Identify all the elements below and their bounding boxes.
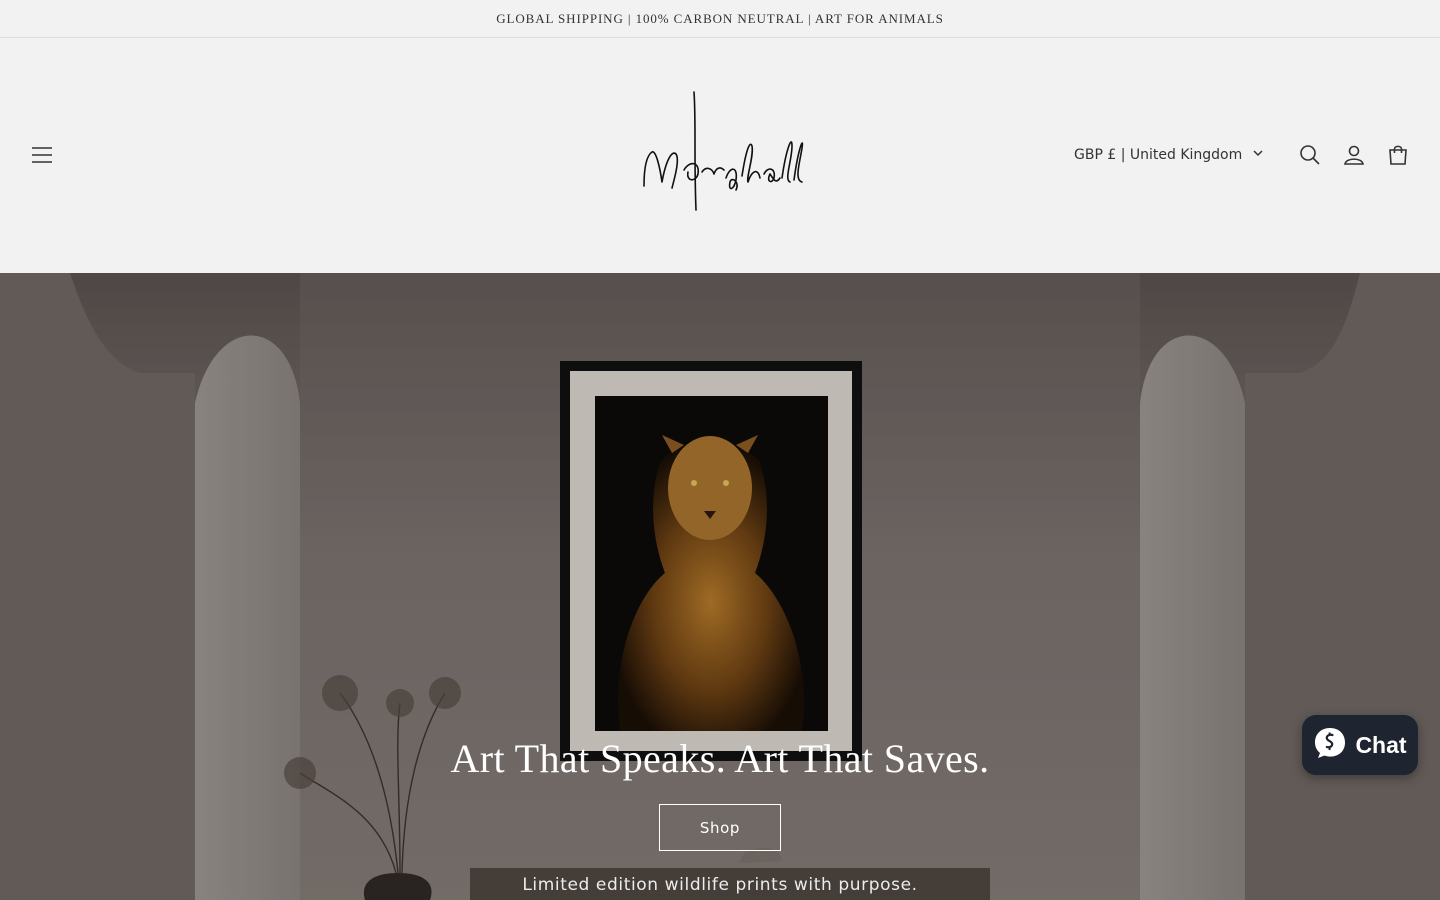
- announcement-text: GLOBAL SHIPPING | 100% CARBON NEUTRAL | …: [496, 10, 944, 26]
- hamburger-menu-icon[interactable]: [26, 139, 58, 171]
- chevron-down-icon: [1252, 147, 1264, 163]
- hero-subtitle: Limited edition wildlife prints with pur…: [522, 875, 918, 895]
- announcement-bar: GLOBAL SHIPPING | 100% CARBON NEUTRAL | …: [0, 0, 1440, 38]
- search-icon[interactable]: [1295, 140, 1325, 170]
- country-selector-label: GBP £ | United Kingdom: [1074, 147, 1243, 163]
- account-icon[interactable]: [1339, 140, 1369, 170]
- cart-icon[interactable]: [1383, 140, 1413, 170]
- shopify-chat-icon: [1313, 726, 1347, 765]
- chat-label: Chat: [1355, 731, 1407, 758]
- hero-banner: Art That Speaks. Art That Saves. Shop Li…: [0, 273, 1440, 900]
- site-header: GBP £ | United Kingdom: [0, 38, 1440, 273]
- site-logo[interactable]: [636, 90, 806, 215]
- chat-button[interactable]: Chat: [1302, 715, 1418, 775]
- hero-title: Art That Speaks. Art That Saves.: [450, 736, 990, 781]
- shop-button[interactable]: Shop: [659, 804, 781, 851]
- country-currency-selector[interactable]: GBP £ | United Kingdom: [1066, 140, 1272, 170]
